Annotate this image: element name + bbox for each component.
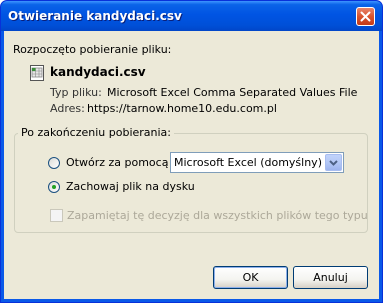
file-name: kandydaci.csv: [50, 65, 146, 79]
cancel-button[interactable]: Anuluj: [293, 266, 368, 289]
open-with-radio[interactable]: [48, 157, 60, 169]
download-dialog-window: Otwieranie kandydaci.csv Rozpoczęto pobi…: [0, 0, 383, 303]
file-type-label: Typ pliku:: [50, 86, 102, 99]
address-label: Adres:: [50, 102, 85, 115]
title-bar[interactable]: Otwieranie kandydaci.csv: [1, 1, 382, 31]
dropdown-button[interactable]: [325, 154, 342, 171]
open-with-label[interactable]: Otwórz za pomocą: [66, 156, 168, 169]
chevron-down-icon: [329, 160, 338, 166]
file-type-value: Microsoft Excel Comma Separated Values F…: [107, 86, 358, 99]
open-with-app-value: Microsoft Excel (domyślny): [174, 156, 322, 169]
save-file-label[interactable]: Zachowaj plik na dysku: [66, 180, 195, 193]
radio-selected-dot: [52, 185, 56, 189]
window-title: Otwieranie kandydaci.csv: [8, 9, 182, 23]
csv-file-icon: [30, 65, 44, 81]
close-icon: [360, 11, 371, 22]
remember-decision-label: Zapamiętaj tę decyzję dla wszystkich pli…: [67, 209, 368, 222]
after-download-group-label: Po zakończeniu pobierania:: [18, 126, 175, 139]
ok-button[interactable]: OK: [213, 266, 288, 289]
dialog-body: Rozpoczęto pobieranie pliku: kandydaci.c…: [4, 31, 379, 299]
close-button[interactable]: [356, 7, 375, 26]
open-with-app-select[interactable]: Microsoft Excel (domyślny): [170, 152, 344, 173]
intro-text: Rozpoczęto pobieranie pliku:: [13, 43, 172, 56]
remember-decision-checkbox[interactable]: [50, 209, 63, 222]
save-file-radio[interactable]: [48, 181, 60, 193]
address-value: https://tarnow.home10.edu.com.pl: [87, 102, 277, 115]
